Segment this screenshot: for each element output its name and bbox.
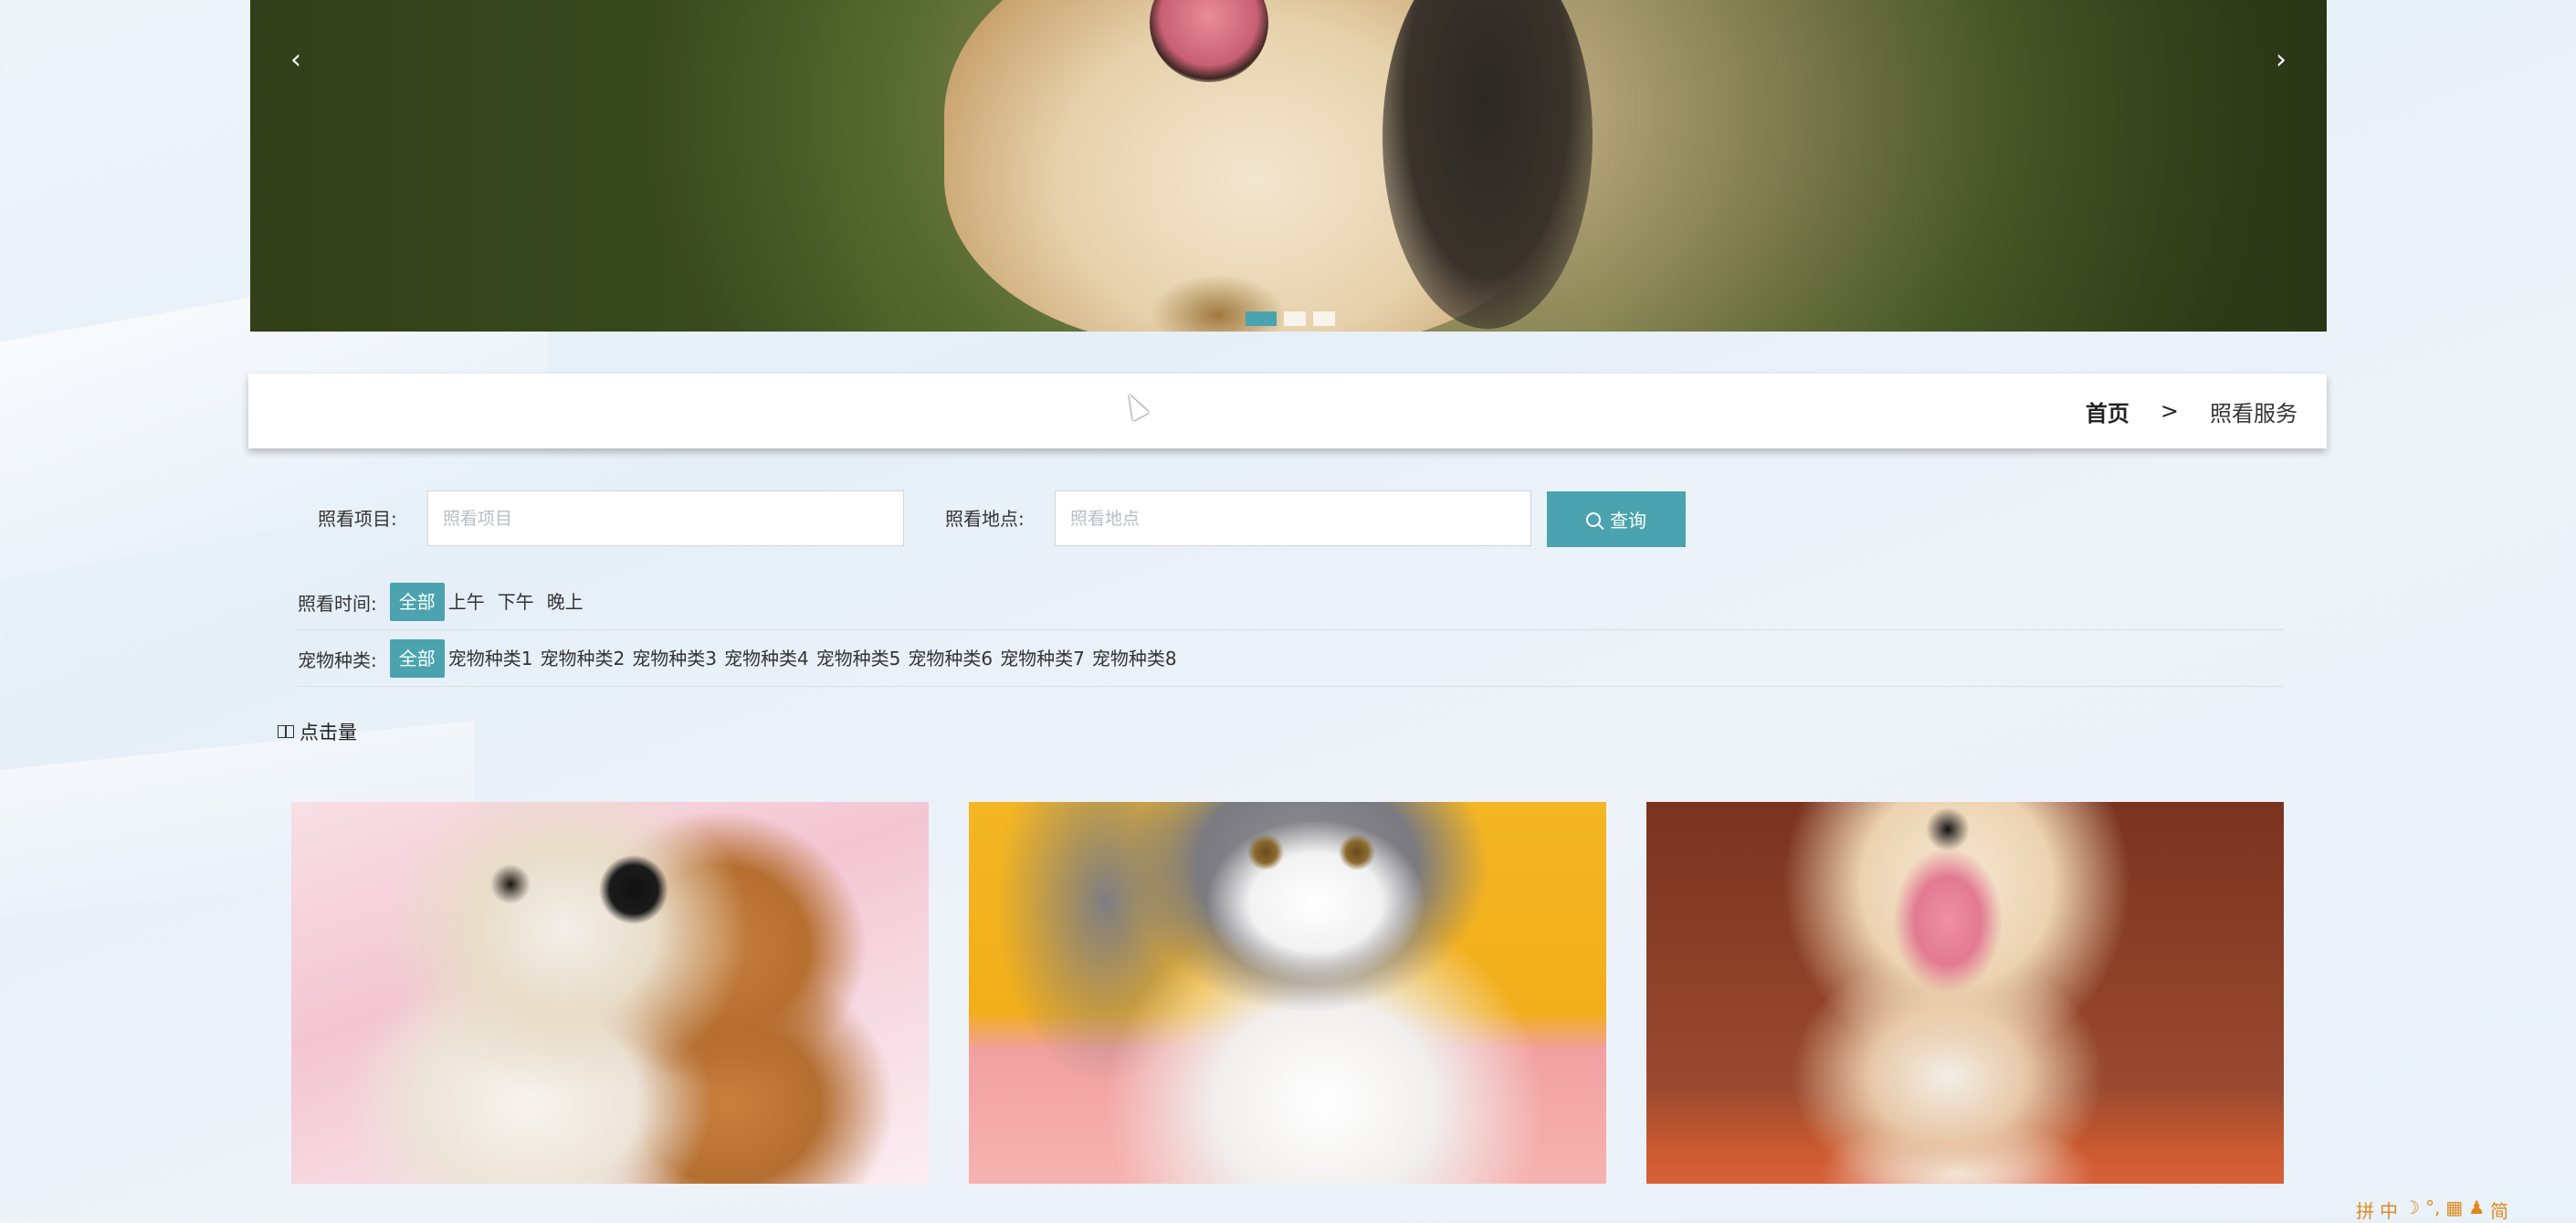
time-option-morning[interactable]: 上午 xyxy=(445,583,489,621)
species-filter-row: 宠物种类: 全部 宠物种类1 宠物种类2 宠物种类3 宠物种类4 宠物种类5 宠… xyxy=(298,631,2283,687)
species-option-all[interactable]: 全部 xyxy=(389,639,445,678)
book-icon xyxy=(278,725,294,738)
carousel-dot[interactable] xyxy=(1313,311,1335,326)
search-icon xyxy=(1586,511,1601,527)
hero-carousel: ‹ › xyxy=(250,0,2327,332)
species-option-4[interactable]: 宠物种类4 xyxy=(720,639,813,678)
species-option-8[interactable]: 宠物种类8 xyxy=(1088,639,1181,678)
sort-label: 点击量 xyxy=(300,722,357,743)
species-option-7[interactable]: 宠物种类7 xyxy=(996,639,1088,678)
breadcrumb-bar: 首页 > 照看服务 xyxy=(248,374,2327,448)
carousel-indicators xyxy=(1246,311,1335,326)
species-option-2[interactable]: 宠物种类2 xyxy=(536,639,628,678)
breadcrumb: 首页 > 照看服务 xyxy=(2086,374,2297,448)
location-search-input[interactable] xyxy=(1055,490,1531,546)
carousel-prev-button[interactable]: ‹ xyxy=(278,37,314,82)
search-button[interactable]: 查询 xyxy=(1547,491,1686,547)
species-filter-label: 宠物种类: xyxy=(298,648,377,671)
project-label: 照看项目: xyxy=(318,508,397,530)
carousel-dot[interactable] xyxy=(1284,311,1306,326)
service-card-image[interactable] xyxy=(969,802,1606,1184)
banner-image-layer xyxy=(1596,0,2327,332)
time-option-afternoon[interactable]: 下午 xyxy=(489,583,543,621)
sort-by-clicks-button[interactable]: 点击量 xyxy=(278,718,357,745)
species-option-6[interactable]: 宠物种类6 xyxy=(904,639,996,678)
species-option-5[interactable]: 宠物种类5 xyxy=(813,639,905,678)
time-filter-row: 照看时间: 全部 上午 下午 晚上 xyxy=(298,575,2283,630)
search-button-label: 查询 xyxy=(1610,510,1646,532)
breadcrumb-separator: > xyxy=(2160,398,2179,424)
carousel-dot[interactable] xyxy=(1246,311,1277,326)
banner-image-layer xyxy=(250,0,889,332)
chevron-right-icon: › xyxy=(2276,43,2287,76)
search-form: 照看项目: 照看地点: 查询 xyxy=(0,490,2576,548)
project-search-input[interactable] xyxy=(427,490,904,546)
species-option-1[interactable]: 宠物种类1 xyxy=(445,639,537,678)
time-filter-label: 照看时间: xyxy=(298,592,377,615)
breadcrumb-current: 照看服务 xyxy=(2210,400,2297,427)
breadcrumb-home-link[interactable]: 首页 xyxy=(2086,395,2129,427)
time-option-all[interactable]: 全部 xyxy=(389,583,445,621)
service-card-image[interactable] xyxy=(291,802,929,1184)
carousel-next-button[interactable]: › xyxy=(2263,37,2299,82)
species-option-3[interactable]: 宠物种类3 xyxy=(628,639,720,678)
time-option-evening[interactable]: 晚上 xyxy=(543,583,587,621)
location-label: 照看地点: xyxy=(945,508,1025,530)
service-card-image[interactable] xyxy=(1646,802,2284,1184)
chevron-left-icon: ‹ xyxy=(290,43,301,76)
